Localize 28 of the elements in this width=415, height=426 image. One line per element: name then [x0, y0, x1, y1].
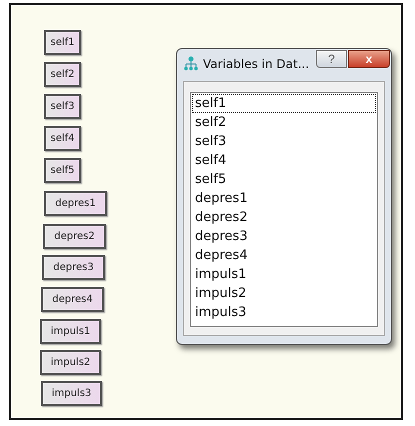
list-item[interactable]: self5: [192, 170, 376, 189]
window-title: Variables in Dat...: [203, 57, 310, 71]
variable-node[interactable]: self3: [44, 94, 81, 119]
hierarchy-icon: [183, 56, 199, 72]
list-item[interactable]: self1: [192, 94, 376, 113]
list-item[interactable]: depres3: [192, 227, 376, 246]
variable-node[interactable]: depres4: [41, 287, 104, 312]
variable-node[interactable]: depres3: [42, 255, 105, 280]
list-item[interactable]: depres4: [192, 246, 376, 265]
variable-node[interactable]: self4: [44, 126, 81, 151]
variable-node[interactable]: impuls3: [41, 381, 102, 406]
list-item[interactable]: self2: [192, 113, 376, 132]
help-button[interactable]: ?: [316, 50, 347, 68]
list-item[interactable]: depres2: [192, 208, 376, 227]
variable-node[interactable]: depres2: [43, 224, 106, 249]
variable-node[interactable]: impuls2: [40, 350, 101, 375]
variable-node[interactable]: impuls1: [40, 319, 101, 344]
variable-node[interactable]: self2: [44, 62, 81, 87]
variable-node[interactable]: self5: [44, 158, 81, 183]
list-item[interactable]: depres1: [192, 189, 376, 208]
list-item[interactable]: self3: [192, 132, 376, 151]
list-item[interactable]: impuls2: [192, 284, 376, 303]
close-button[interactable]: x: [348, 50, 390, 68]
variable-node[interactable]: self1: [44, 30, 81, 55]
list-item[interactable]: impuls1: [192, 265, 376, 284]
variable-node[interactable]: depres1: [44, 191, 107, 216]
list-item[interactable]: self4: [192, 151, 376, 170]
list-item[interactable]: impuls3: [192, 303, 376, 322]
